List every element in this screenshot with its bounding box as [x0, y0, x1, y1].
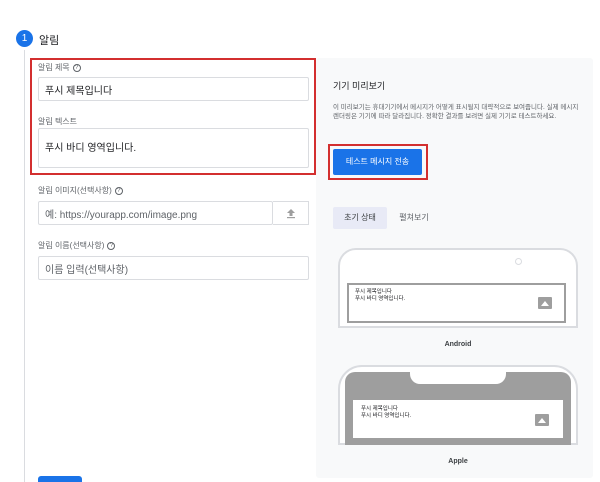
step-number-badge: 1 [16, 30, 33, 47]
upload-button[interactable] [273, 201, 309, 225]
apple-notch [410, 372, 506, 384]
image-label-row: 알림 이미지(선택사항) ? [38, 185, 123, 196]
next-button[interactable] [38, 476, 82, 482]
android-label: Android [444, 341, 472, 348]
text-label-row: 알림 텍스트 [38, 116, 77, 127]
title-label: 알림 제목 [38, 63, 70, 72]
stepper-line [24, 50, 25, 482]
apple-notif-body: 푸시 바디 영역입니다. [361, 413, 412, 419]
tab-initial-state[interactable]: 초기 상태 [333, 207, 387, 229]
android-notification: 푸시 제목입니다 푸시 바디 영역입니다. [347, 283, 566, 323]
send-test-message-button[interactable]: 테스트 메시지 전송 [333, 149, 422, 175]
notification-name-input[interactable]: 이름 입력(선택사항) [38, 256, 309, 280]
preview-description: 이 미리보기는 휴대기기에서 메시지가 어떻게 표시될지 대략적으로 보여줍니다… [333, 104, 579, 120]
notification-title-input[interactable]: 푸시 제목입니다 [38, 77, 309, 101]
image-url-input[interactable]: 예: https://yourapp.com/image.png [38, 201, 273, 225]
text-label: 알림 텍스트 [38, 117, 78, 126]
image-placeholder-icon [535, 414, 549, 426]
apple-notification: 푸시 제목입니다 푸시 바디 영역입니다. [353, 400, 563, 438]
help-icon[interactable]: ? [114, 186, 123, 195]
apple-label: Apple [448, 458, 468, 465]
step-title: 알림 [39, 35, 60, 47]
name-label: 알림 이름(선택사항) [38, 241, 105, 250]
upload-icon [286, 209, 295, 219]
help-icon[interactable]: ? [72, 63, 81, 72]
name-label-row: 알림 이름(선택사항) ? [38, 240, 116, 251]
image-label: 알림 이미지(선택사항) [38, 186, 112, 195]
image-placeholder-icon [538, 297, 552, 309]
android-notif-body: 푸시 바디 영역입니다. [355, 296, 406, 302]
preview-title: 기기 미리보기 [333, 81, 386, 91]
android-notif-title: 푸시 제목입니다 [355, 289, 392, 295]
tab-expanded[interactable]: 펼쳐보기 [393, 207, 435, 229]
help-icon[interactable]: ? [107, 241, 116, 250]
apple-notif-title: 푸시 제목입니다 [361, 406, 398, 412]
title-label-row: 알림 제목 ? [38, 62, 81, 73]
camera-icon [515, 258, 522, 265]
notification-text-input[interactable]: 푸시 바디 영역입니다. [38, 128, 309, 168]
